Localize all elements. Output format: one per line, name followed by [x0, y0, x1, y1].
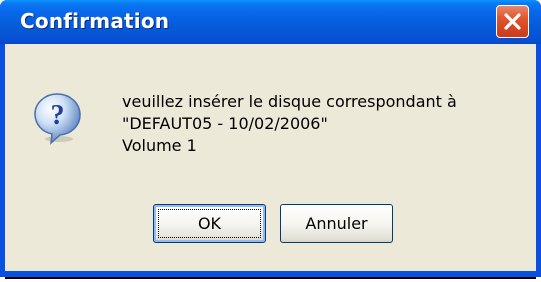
dialog-body: ? veuillez insérer le disque corresponda… — [5, 44, 536, 271]
close-button[interactable] — [496, 5, 529, 38]
cancel-button[interactable]: Annuler — [280, 204, 393, 243]
message-line-1: veuillez insérer le disque correspondant… — [122, 92, 457, 111]
close-x-icon — [504, 13, 521, 30]
message-text: veuillez insérer le disque correspondant… — [122, 91, 457, 157]
question-icon: ? — [34, 93, 81, 145]
focus-rectangle — [158, 209, 261, 238]
message-line-2: "DEFAUT05 - 10/02/2006" — [122, 114, 328, 133]
svg-text:?: ? — [51, 100, 65, 131]
window-title: Confirmation — [20, 9, 170, 33]
cancel-button-label: Annuler — [305, 214, 368, 233]
ok-button[interactable]: OK — [153, 204, 266, 243]
message-line-3: Volume 1 — [122, 136, 197, 155]
title-bar[interactable]: Confirmation — [0, 0, 541, 44]
bottom-divider — [5, 277, 536, 279]
confirmation-dialog: Confirmation ? veuillez insérer le disqu… — [0, 0, 541, 277]
